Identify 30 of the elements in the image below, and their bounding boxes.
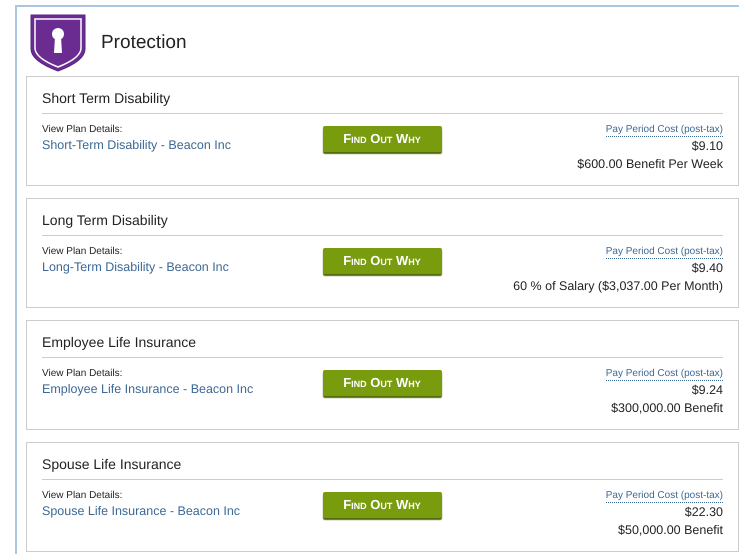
plan-link[interactable]: Employee Life Insurance - Beacon Inc — [42, 380, 254, 399]
find-out-why-button[interactable]: Find Out Why — [322, 370, 442, 396]
benefit-amount: $600.00 Benefit Per Week — [577, 156, 723, 173]
plan-title: Short Term Disability — [42, 77, 723, 114]
cost-amount: $22.30 — [684, 504, 723, 521]
find-out-why-button[interactable]: Find Out Why — [322, 492, 442, 518]
cost-amount: $9.24 — [692, 382, 723, 399]
section-title: Protection — [101, 30, 187, 55]
benefit-amount: $300,000.00 Benefit — [611, 400, 723, 417]
shield-keyhole-icon — [29, 13, 87, 73]
benefit-amount: 60 % of Salary ($3,037.00 Per Month) — [513, 278, 723, 295]
find-out-why-button[interactable]: Find Out Why — [322, 126, 442, 152]
details-label: View Plan Details: — [42, 490, 122, 502]
plan-title: Spouse Life Insurance — [42, 443, 723, 480]
plan-title: Employee Life Insurance — [42, 321, 723, 358]
find-out-why-button[interactable]: Find Out Why — [322, 248, 442, 274]
benefit-amount: $50,000.00 Benefit — [618, 522, 723, 539]
plan-link[interactable]: Spouse Life Insurance - Beacon Inc — [42, 502, 240, 521]
cost-label[interactable]: Pay Period Cost (post-tax) — [606, 246, 723, 259]
details-label: View Plan Details: — [42, 246, 122, 258]
plan-link[interactable]: Short-Term Disability - Beacon Inc — [42, 136, 231, 155]
cost-label[interactable]: Pay Period Cost (post-tax) — [606, 490, 723, 503]
details-label: View Plan Details: — [42, 124, 122, 136]
cost-label[interactable]: Pay Period Cost (post-tax) — [606, 368, 723, 381]
plan-title: Long Term Disability — [42, 199, 723, 236]
cost-amount: $9.40 — [692, 260, 723, 277]
cost-amount: $9.10 — [692, 138, 723, 155]
plan-link[interactable]: Long-Term Disability - Beacon Inc — [42, 258, 229, 277]
cost-label[interactable]: Pay Period Cost (post-tax) — [606, 124, 723, 137]
details-label: View Plan Details: — [42, 368, 122, 380]
